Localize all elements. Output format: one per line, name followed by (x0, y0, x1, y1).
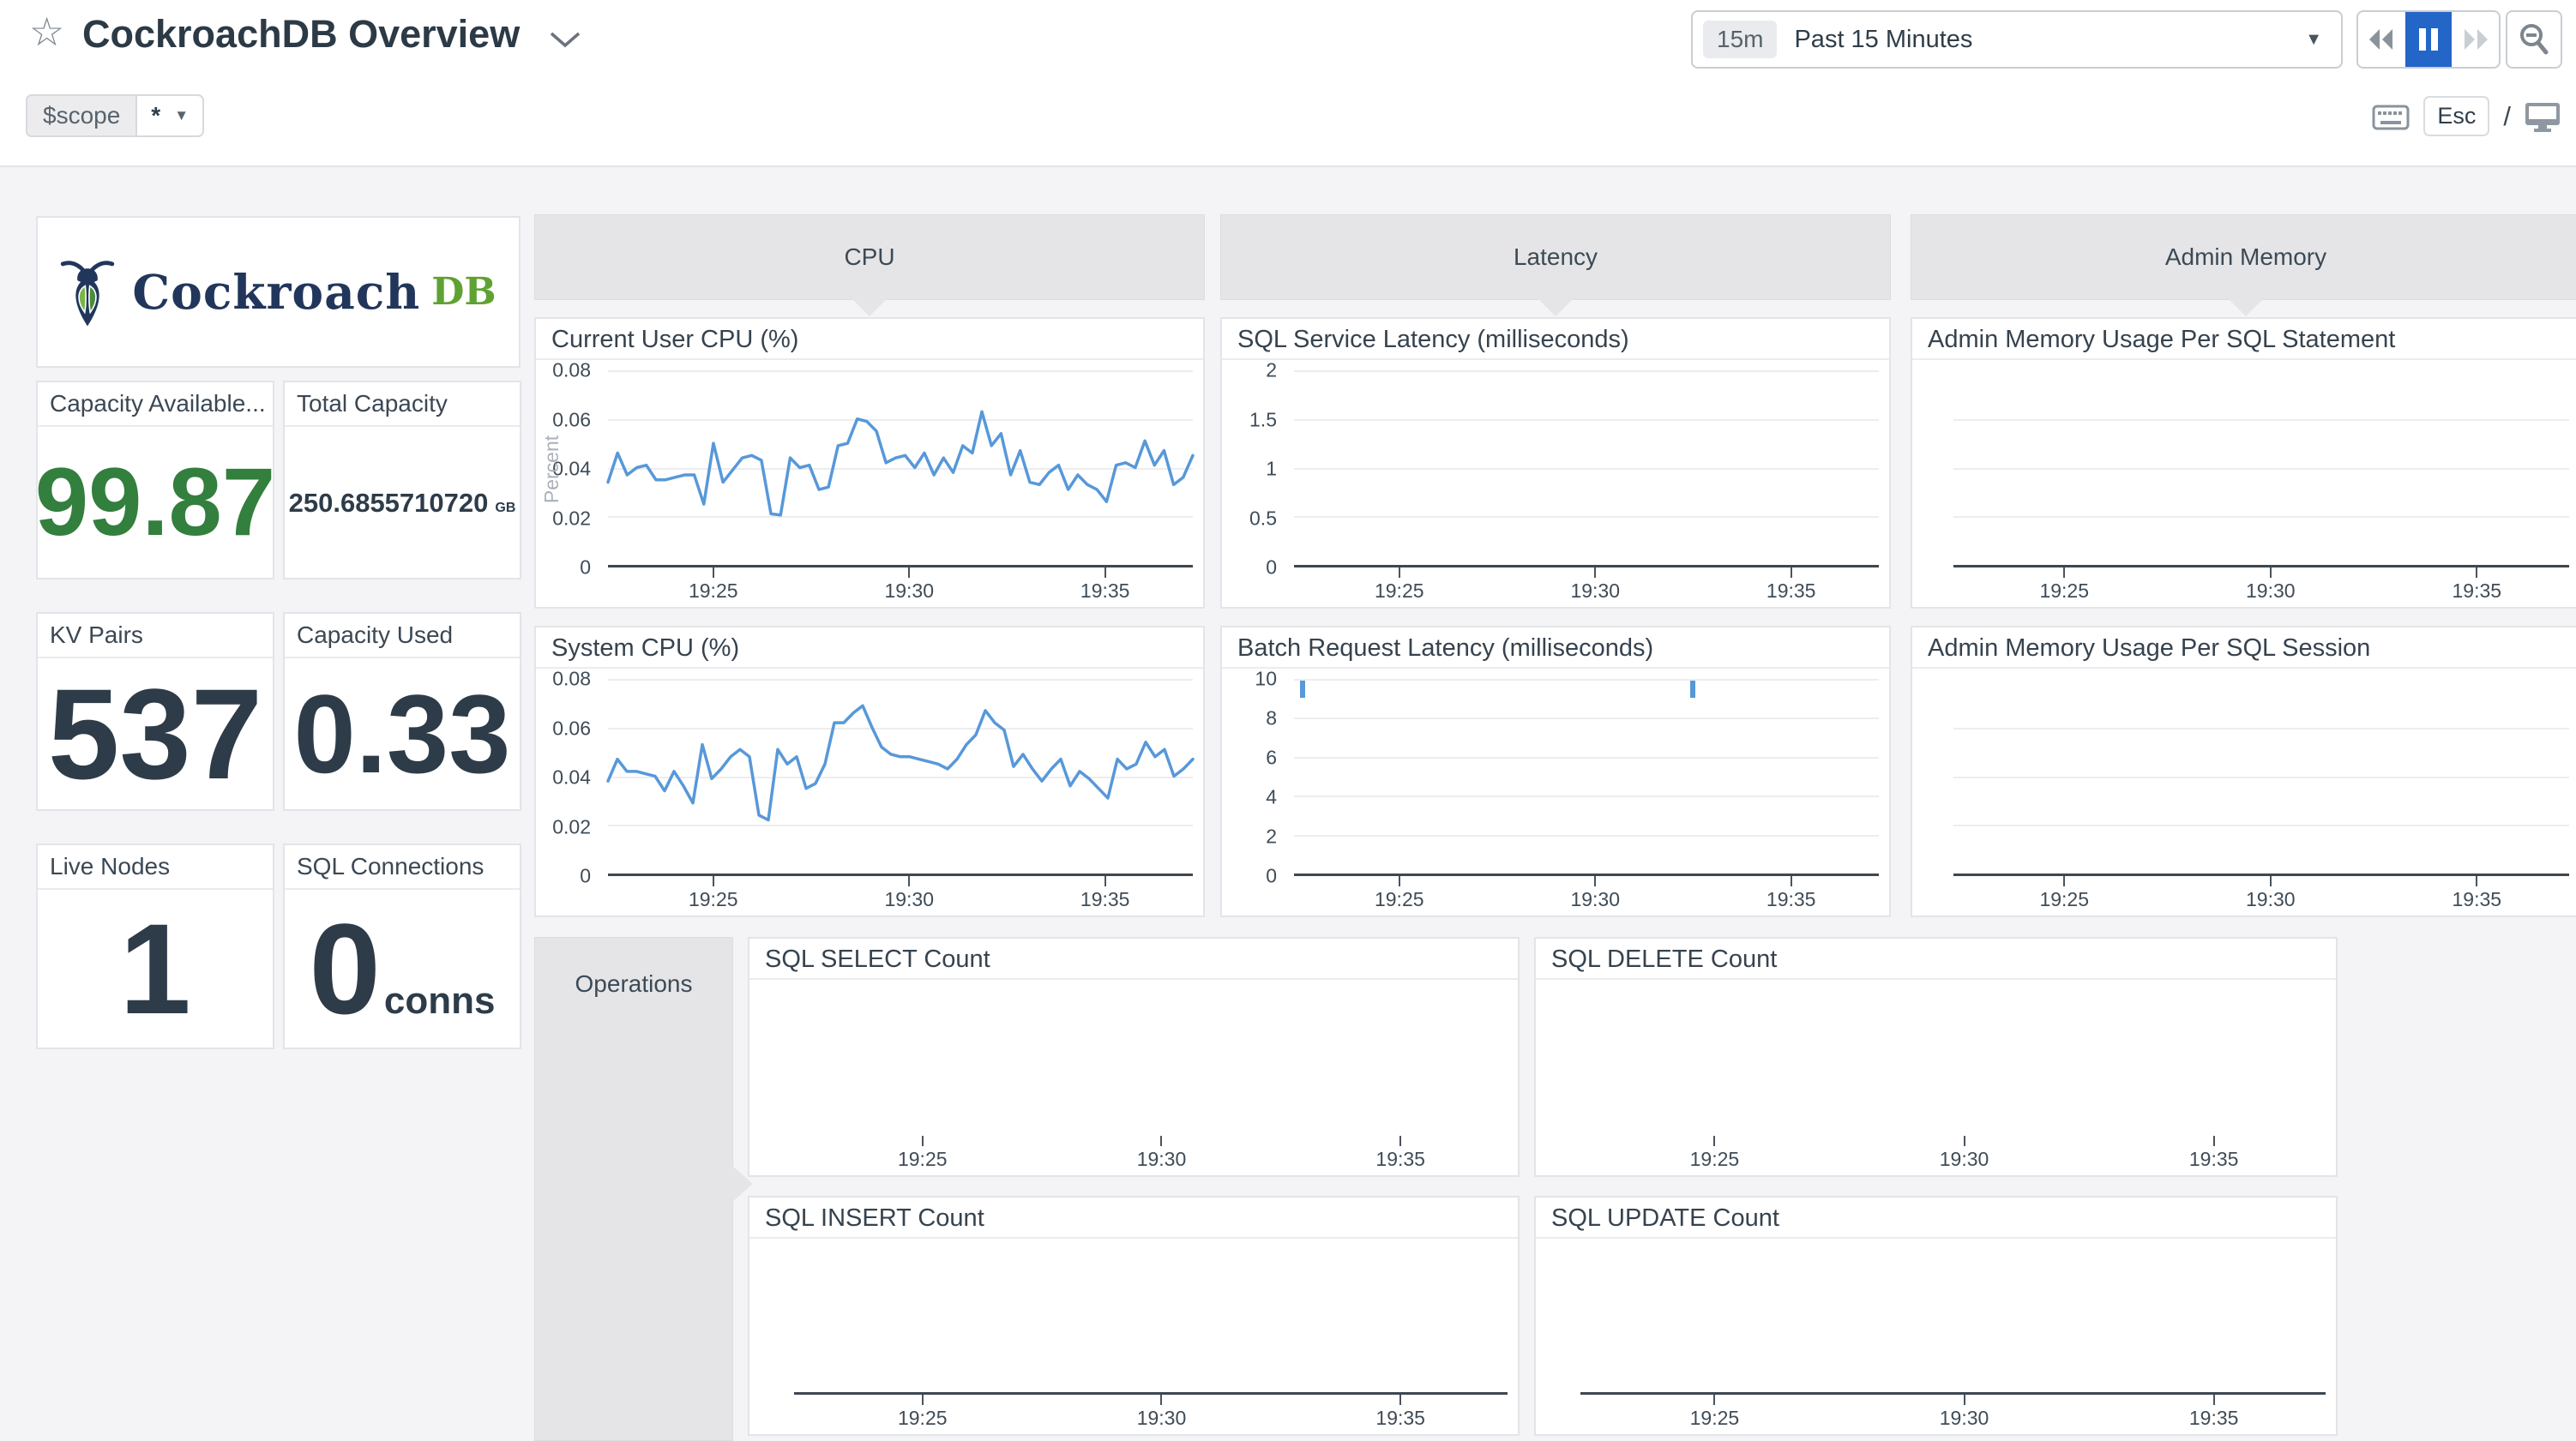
chart-plot-system-cpu[interactable]: 0.080.060.040.02019:2519:3019:35 (536, 669, 1203, 916)
metric-value: 0 (309, 904, 380, 1033)
fast-forward-button[interactable] (2452, 12, 2499, 67)
chart-plot-admin-memory-per-sql-statement[interactable]: 19:2519:3019:35 (1912, 360, 2576, 607)
chart-card-admin-memory-per-sql-statement: Admin Memory Usage Per SQL Statement 19:… (1911, 317, 2576, 609)
group-label: Operations (535, 938, 732, 998)
rewind-icon (2366, 27, 2397, 52)
template-variable-scope[interactable]: $scope * ▼ (26, 94, 204, 137)
metric-unit: conns (384, 980, 496, 1023)
rewind-button[interactable] (2358, 12, 2405, 67)
group-header-cpu: CPU (534, 214, 1205, 300)
timeline-playback-controls (2356, 10, 2501, 69)
metric-value: 250.6855710720 (289, 489, 489, 516)
chart-plot-sql-update-count[interactable]: 19:2519:3019:35 (1536, 1239, 2336, 1434)
scope-variable-name: $scope (27, 96, 137, 135)
zoom-out-button[interactable] (2506, 10, 2562, 69)
chart-card-admin-memory-per-sql-session: Admin Memory Usage Per SQL Session 19:25… (1911, 626, 2576, 917)
metric-card-kv-pairs: KV Pairs 537 (36, 612, 274, 811)
chart-title: System CPU (%) (536, 627, 1203, 669)
fullscreen-monitor-icon[interactable] (2525, 101, 2561, 132)
time-range-caret-icon: ▼ (2305, 30, 2322, 50)
metric-card-capacity-available: Capacity Available... 99.87 (36, 381, 274, 579)
chart-plot-admin-memory-per-sql-session[interactable]: 19:2519:3019:35 (1912, 669, 2576, 916)
chart-title: Admin Memory Usage Per SQL Session (1912, 627, 2576, 669)
metric-unit: GB (495, 501, 515, 516)
chart-card-sql-update-count: SQL UPDATE Count 19:2519:3019:35 (1534, 1196, 2338, 1436)
metric-value: 99.87 (35, 454, 275, 550)
chart-card-sql-select-count: SQL SELECT Count 19:2519:3019:35 (748, 937, 1520, 1177)
group-label: CPU (844, 243, 894, 271)
chart-plot-batch-request-latency[interactable]: 108642019:2519:3019:35 (1222, 669, 1889, 916)
header-shortcut-icons: Esc / (2372, 96, 2561, 136)
group-pointer (1538, 298, 1574, 316)
group-pointer (2228, 298, 2264, 316)
page-title[interactable]: CockroachDB Overview (82, 12, 520, 57)
pause-icon (2417, 27, 2440, 52)
chart-title: Batch Request Latency (milliseconds) (1222, 627, 1889, 669)
metric-value: 1 (119, 904, 190, 1033)
chart-title: SQL SELECT Count (749, 939, 1518, 980)
metric-label: Total Capacity (285, 382, 520, 427)
metric-label: KV Pairs (38, 614, 273, 658)
chart-card-sql-insert-count: SQL INSERT Count 19:2519:3019:35 (748, 1196, 1520, 1436)
chart-plot-sql-select-count[interactable]: 19:2519:3019:35 (749, 980, 1518, 1175)
metric-card-live-nodes: Live Nodes 1 (36, 844, 274, 1049)
chart-card-current-user-cpu: Current User CPU (%) 0.080.060.040.020Pe… (534, 317, 1205, 609)
logo-wordmark-suffix: DB (431, 270, 496, 314)
chart-title: SQL INSERT Count (749, 1198, 1518, 1239)
chart-card-system-cpu: System CPU (%) 0.080.060.040.02019:2519:… (534, 626, 1205, 917)
chart-card-batch-request-latency: Batch Request Latency (milliseconds) 108… (1220, 626, 1891, 917)
metric-label: Capacity Used (285, 614, 520, 658)
group-label: Admin Memory (2165, 243, 2326, 271)
keyboard-icon[interactable] (2372, 103, 2410, 130)
metric-value: 0.33 (293, 678, 510, 790)
group-header-admin-memory: Admin Memory (1911, 214, 2576, 300)
group-header-operations: Operations (534, 937, 733, 1441)
slash-separator: / (2503, 101, 2511, 132)
metric-value: 537 (48, 669, 262, 798)
chart-plot-sql-service-latency[interactable]: 21.510.5019:2519:3019:35 (1222, 360, 1889, 607)
scope-caret-icon: ▼ (174, 107, 189, 124)
chart-plot-sql-insert-count[interactable]: 19:2519:3019:35 (749, 1239, 1518, 1434)
metric-label: Live Nodes (38, 845, 273, 890)
chart-plot-sql-delete-count[interactable]: 19:2519:3019:35 (1536, 980, 2336, 1175)
top-bar: ☆ CockroachDB Overview 15m Past 15 Minut… (0, 0, 2576, 167)
pause-button[interactable] (2405, 12, 2453, 67)
chart-card-sql-service-latency: SQL Service Latency (milliseconds) 21.51… (1220, 317, 1891, 609)
chart-title: Current User CPU (%) (536, 319, 1203, 360)
chart-card-sql-delete-count: SQL DELETE Count 19:2519:3019:35 (1534, 937, 2338, 1177)
esc-key-badge[interactable]: Esc (2423, 96, 2489, 136)
chart-plot-current-user-cpu[interactable]: 0.080.060.040.020Percent19:2519:3019:35 (536, 360, 1203, 607)
scope-value-text: * (151, 102, 160, 129)
metric-card-sql-connections: SQL Connections 0conns (283, 844, 521, 1049)
chart-title: Admin Memory Usage Per SQL Statement (1912, 319, 2576, 360)
group-label: Latency (1514, 243, 1598, 271)
scope-variable-value: * ▼ (137, 96, 202, 135)
dashboard-canvas: Cockroach DB Capacity Available... 99.87… (0, 167, 2576, 1441)
time-range-badge: 15m (1703, 21, 1777, 58)
chart-title: SQL Service Latency (milliseconds) (1222, 319, 1889, 360)
logo-wordmark: Cockroach (132, 264, 420, 320)
group-header-latency: Latency (1220, 214, 1891, 300)
time-range-picker[interactable]: 15m Past 15 Minutes ▼ (1691, 10, 2343, 69)
chart-title: SQL UPDATE Count (1536, 1198, 2336, 1239)
zoom-out-icon (2517, 22, 2551, 57)
metric-card-capacity-used: Capacity Used 0.33 (283, 612, 521, 811)
cockroach-bug-icon (60, 256, 115, 328)
metric-label: Capacity Available... (38, 382, 273, 427)
group-pointer (852, 298, 888, 316)
metric-card-total-capacity: Total Capacity 250.6855710720 GB (283, 381, 521, 579)
fast-forward-icon (2460, 27, 2491, 52)
favorite-star-icon[interactable]: ☆ (29, 12, 64, 51)
metric-label: SQL Connections (285, 845, 520, 890)
title-chevron-down-icon[interactable] (549, 31, 581, 54)
datadog-screenboard: ☆ CockroachDB Overview 15m Past 15 Minut… (0, 0, 2576, 1441)
cockroachdb-logo-card: Cockroach DB (36, 216, 521, 368)
time-range-label: Past 15 Minutes (1794, 26, 1972, 54)
chart-title: SQL DELETE Count (1536, 939, 2336, 980)
